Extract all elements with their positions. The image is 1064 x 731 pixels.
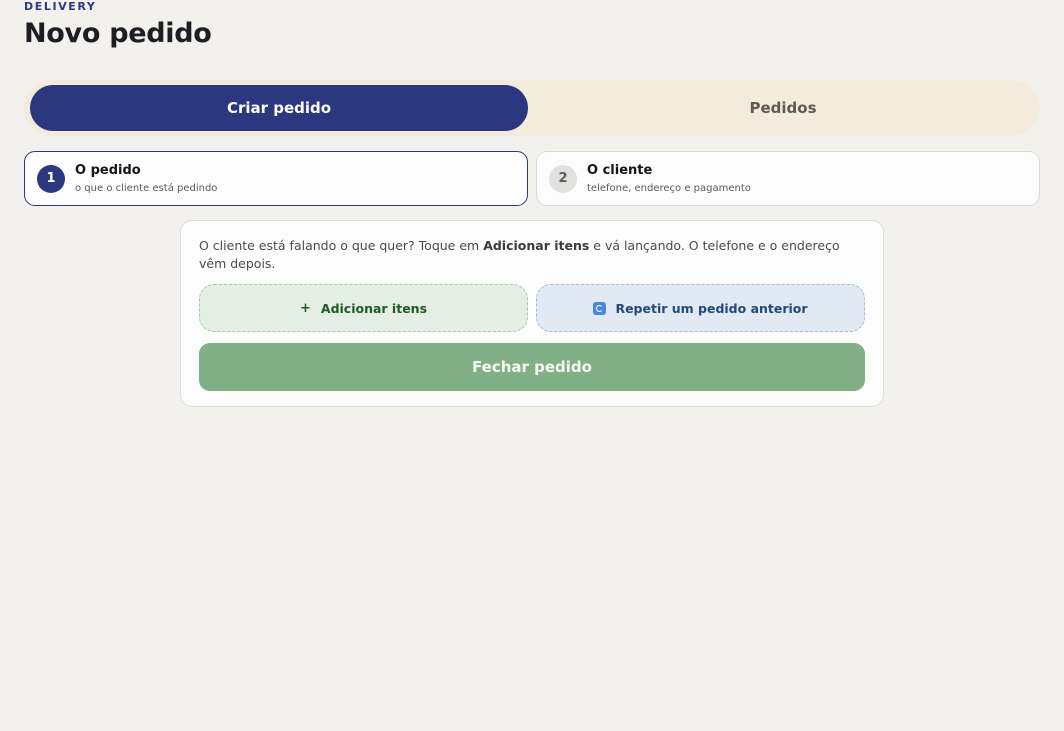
step-o-pedido[interactable]: 1 O pedido o que o cliente está pedindo [24,151,528,206]
tab-criar-pedido[interactable]: Criar pedido [30,85,528,131]
step-text: O cliente telefone, endereço e pagamento [587,162,751,196]
section-kicker: DELIVERY [24,0,97,13]
step-number-badge: 1 [37,164,65,193]
page: DELIVERY Novo pedido Criar pedido Pedido… [0,0,1064,731]
repeat-order-label: Repetir um pedido anterior [615,300,808,316]
step-o-cliente[interactable]: 2 O cliente telefone, endereço e pagamen… [536,151,1040,206]
step-number-badge: 2 [549,164,577,193]
add-items-button[interactable]: + Adicionar itens [199,284,528,332]
hint-text-start: O cliente está falando o que quer? Toque… [199,238,484,253]
step-text: O pedido o que o cliente está pedindo [75,162,217,196]
tab-bar: Criar pedido Pedidos [24,80,1040,136]
plus-icon: + [299,300,311,316]
hint-text-bold: Adicionar itens [483,238,590,253]
order-card: O cliente está falando o que quer? Toque… [180,220,884,407]
add-items-label: Adicionar itens [320,300,428,316]
close-order-button[interactable]: Fechar pedido [199,343,865,391]
repeat-icon [593,301,607,315]
step-title: O cliente [587,162,653,178]
tab-pedidos[interactable]: Pedidos [534,85,1032,131]
step-subtitle: telefone, endereço e pagamento [587,182,751,194]
step-title: O pedido [75,162,141,178]
page-title: Novo pedido [24,18,212,49]
repeat-order-button[interactable]: Repetir um pedido anterior [536,284,865,332]
step-subtitle: o que o cliente está pedindo [75,182,218,194]
order-hint: O cliente está falando o que quer? Toque… [199,237,869,273]
